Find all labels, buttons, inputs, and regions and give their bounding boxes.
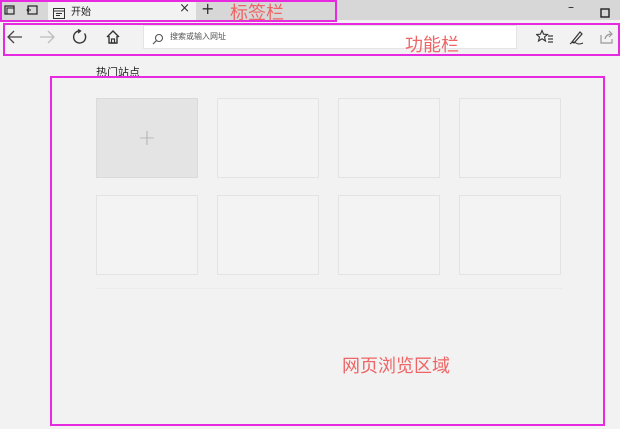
new-tab-button[interactable]: + xyxy=(201,0,214,18)
plus-icon: + xyxy=(137,125,157,151)
toolbar xyxy=(0,20,620,54)
home-icon[interactable] xyxy=(103,27,123,47)
tab-bar: 开始 × + – xyxy=(0,0,620,20)
tabs-aside-icon[interactable] xyxy=(3,3,17,17)
tab-start[interactable]: 开始 × xyxy=(48,0,196,20)
tab-close-button[interactable]: × xyxy=(179,1,190,16)
site-tile[interactable] xyxy=(217,195,319,275)
top-sites-title: 热门站点 xyxy=(96,66,140,79)
add-site-tile[interactable]: + xyxy=(96,98,198,178)
site-tile[interactable] xyxy=(338,195,440,275)
tab-title: 开始 xyxy=(71,7,91,18)
tab-bar-annotation-label: 标签栏 xyxy=(230,3,284,24)
pen-icon[interactable] xyxy=(567,27,587,47)
site-tile[interactable] xyxy=(459,98,561,178)
forward-icon[interactable] xyxy=(37,27,57,47)
site-tile[interactable] xyxy=(217,98,319,178)
back-icon[interactable] xyxy=(5,27,25,47)
content-annotation-label: 网页浏览区域 xyxy=(342,356,450,377)
site-tile[interactable] xyxy=(338,98,440,178)
refresh-icon[interactable] xyxy=(70,27,90,47)
toolbar-annotation-label: 功能栏 xyxy=(405,35,459,56)
minimize-button[interactable]: – xyxy=(568,0,574,14)
address-bar[interactable] xyxy=(143,25,517,49)
divider xyxy=(96,288,562,289)
share-icon[interactable] xyxy=(597,27,617,47)
site-tile[interactable] xyxy=(459,195,561,275)
back-tabs-icon[interactable] xyxy=(25,3,39,17)
favorites-icon[interactable] xyxy=(535,27,555,47)
search-icon xyxy=(152,30,164,49)
site-tile[interactable] xyxy=(96,195,198,275)
